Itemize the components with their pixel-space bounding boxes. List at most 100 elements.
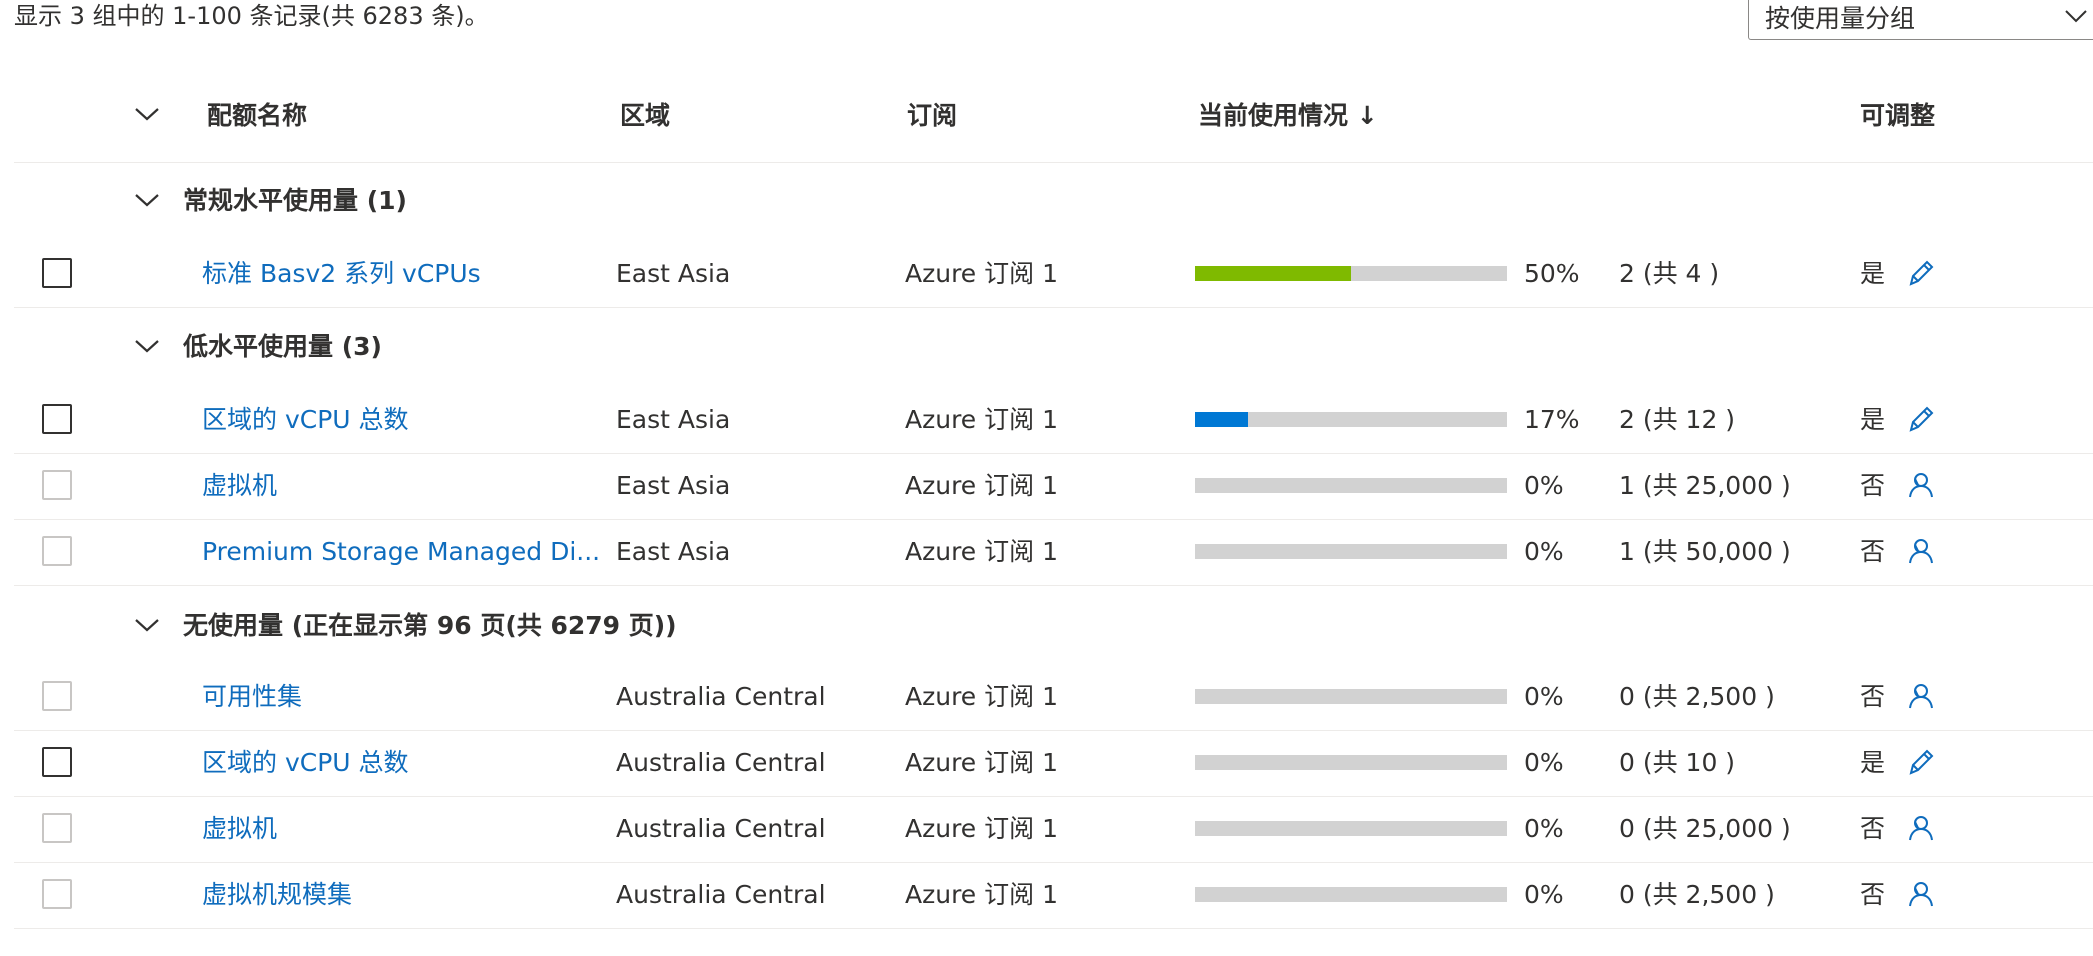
column-header-subscription[interactable]: 订阅 <box>907 100 957 132</box>
usage-bar <box>1195 689 1507 704</box>
usage-count: 2 (共 12 ) <box>1619 405 1736 434</box>
usage-bar-fill <box>1195 266 1351 281</box>
column-header-region[interactable]: 区域 <box>620 100 670 132</box>
subscription-cell: Azure 订阅 1 <box>905 682 1058 711</box>
usage-bar <box>1195 887 1507 902</box>
region-cell: East Asia <box>616 259 731 288</box>
usage-percent: 0% <box>1524 471 1564 500</box>
quota-name-link[interactable]: 虚拟机 <box>202 812 277 846</box>
region-cell: Australia Central <box>616 682 826 711</box>
adjustable-value: 否 <box>1860 471 1886 500</box>
region-cell: East Asia <box>616 471 731 500</box>
usage-percent: 0% <box>1524 748 1564 777</box>
usage-count: 0 (共 10 ) <box>1619 748 1736 777</box>
subscription-cell: Azure 订阅 1 <box>905 471 1058 500</box>
group-title: 无使用量 (正在显示第 96 页(共 6279 页)) <box>183 611 677 640</box>
column-header-adjustable[interactable]: 可调整 <box>1860 100 1935 132</box>
support-person-icon[interactable] <box>1907 813 1935 847</box>
adjustable-value: 否 <box>1860 880 1886 909</box>
support-person-icon[interactable] <box>1907 470 1935 504</box>
region-cell: Australia Central <box>616 880 826 909</box>
usage-bar <box>1195 755 1507 770</box>
row-checkbox[interactable] <box>42 258 72 288</box>
row-checkbox[interactable] <box>42 404 72 434</box>
column-header-usage[interactable]: 当前使用情况 ↓ <box>1198 100 1378 132</box>
quota-name-link[interactable]: 可用性集 <box>202 680 302 714</box>
table-row: 区域的 vCPU 总数 East Asia Azure 订阅 1 17% 2 (共 12… <box>14 388 2093 454</box>
region-cell: Australia Central <box>616 814 826 843</box>
quota-name-link[interactable]: 区域的 vCPU 总数 <box>202 746 409 780</box>
usage-count: 0 (共 2,500 ) <box>1619 682 1775 711</box>
support-person-icon[interactable] <box>1907 879 1935 913</box>
usage-count: 0 (共 2,500 ) <box>1619 880 1775 909</box>
row-checkbox[interactable] <box>42 879 72 909</box>
region-cell: East Asia <box>616 537 731 566</box>
quota-name-link[interactable]: Premium Storage Managed Di... <box>202 535 600 569</box>
adjustable-value: 是 <box>1860 405 1886 434</box>
adjustable-value: 否 <box>1860 814 1886 843</box>
group-header[interactable]: 常规水平使用量 (1) <box>14 170 2093 236</box>
usage-count: 2 (共 4 ) <box>1619 259 1720 288</box>
group-title: 常规水平使用量 (1) <box>183 186 407 215</box>
usage-bar <box>1195 478 1507 493</box>
table-row: 可用性集 Australia Central Azure 订阅 1 0% 0 (共 2,… <box>14 665 2093 731</box>
table-row: 标准 Basv2 系列 vCPUs East Asia Azure 订阅 1 50% 2… <box>14 242 2093 308</box>
chevron-down-icon[interactable] <box>134 338 160 358</box>
group-by-dropdown[interactable]: 按使用量分组 <box>1748 0 2093 40</box>
subscription-cell: Azure 订阅 1 <box>905 814 1058 843</box>
usage-percent: 0% <box>1524 880 1564 909</box>
edit-icon[interactable] <box>1907 258 1935 292</box>
column-header-name[interactable]: 配额名称 <box>207 100 307 132</box>
row-checkbox[interactable] <box>42 747 72 777</box>
usage-percent: 50% <box>1524 259 1580 288</box>
subscription-cell: Azure 订阅 1 <box>905 259 1058 288</box>
usage-percent: 0% <box>1524 537 1564 566</box>
group-header[interactable]: 无使用量 (正在显示第 96 页(共 6279 页)) <box>14 595 2093 661</box>
table-row: Premium Storage Managed Di... East Asia Az… <box>14 520 2093 586</box>
table-header: 配额名称 区域 订阅 当前使用情况 ↓ 可调整 <box>14 86 2093 163</box>
support-person-icon[interactable] <box>1907 681 1935 715</box>
quota-name-link[interactable]: 虚拟机 <box>202 469 277 503</box>
table-row: 区域的 vCPU 总数 Australia Central Azure 订阅 1 0%… <box>14 731 2093 797</box>
adjustable-value: 是 <box>1860 748 1886 777</box>
usage-count: 0 (共 25,000 ) <box>1619 814 1791 843</box>
adjustable-value: 是 <box>1860 259 1886 288</box>
chevron-down-icon[interactable] <box>134 192 160 212</box>
chevron-down-icon <box>2065 8 2087 27</box>
adjustable-value: 否 <box>1860 682 1886 711</box>
usage-percent: 0% <box>1524 814 1564 843</box>
subscription-cell: Azure 订阅 1 <box>905 880 1058 909</box>
records-summary: 显示 3 组中的 1-100 条记录(共 6283 条)。 <box>14 2 489 30</box>
group-by-value: 按使用量分组 <box>1765 4 1916 33</box>
edit-icon[interactable] <box>1907 404 1935 438</box>
subscription-cell: Azure 订阅 1 <box>905 405 1058 434</box>
support-person-icon[interactable] <box>1907 536 1935 570</box>
adjustable-value: 否 <box>1860 537 1886 566</box>
region-cell: Australia Central <box>616 748 826 777</box>
row-checkbox[interactable] <box>42 470 72 500</box>
table-row: 虚拟机规模集 Australia Central Azure 订阅 1 0% 0 (共 … <box>14 863 2093 929</box>
usage-bar-fill <box>1195 412 1249 427</box>
usage-percent: 0% <box>1524 682 1564 711</box>
edit-icon[interactable] <box>1907 747 1935 781</box>
subscription-cell: Azure 订阅 1 <box>905 748 1058 777</box>
chevron-down-icon[interactable] <box>134 617 160 637</box>
group-title: 低水平使用量 (3) <box>183 332 382 361</box>
usage-bar <box>1195 412 1507 427</box>
quota-name-link[interactable]: 标准 Basv2 系列 vCPUs <box>202 257 481 291</box>
collapse-all-chevron-icon[interactable] <box>134 106 160 126</box>
usage-percent: 17% <box>1524 405 1580 434</box>
usage-bar <box>1195 266 1507 281</box>
row-checkbox[interactable] <box>42 813 72 843</box>
group-header[interactable]: 低水平使用量 (3) <box>14 316 2093 382</box>
table-row: 虚拟机 Australia Central Azure 订阅 1 0% 0 (共 25,… <box>14 797 2093 863</box>
row-checkbox[interactable] <box>42 681 72 711</box>
quota-name-link[interactable]: 区域的 vCPU 总数 <box>202 403 409 437</box>
row-checkbox[interactable] <box>42 536 72 566</box>
region-cell: East Asia <box>616 405 731 434</box>
usage-count: 1 (共 25,000 ) <box>1619 471 1791 500</box>
quota-name-link[interactable]: 虚拟机规模集 <box>202 878 352 912</box>
usage-count: 1 (共 50,000 ) <box>1619 537 1791 566</box>
table-row: 虚拟机 East Asia Azure 订阅 1 0% 1 (共 25,000 ) 否 <box>14 454 2093 520</box>
subscription-cell: Azure 订阅 1 <box>905 537 1058 566</box>
